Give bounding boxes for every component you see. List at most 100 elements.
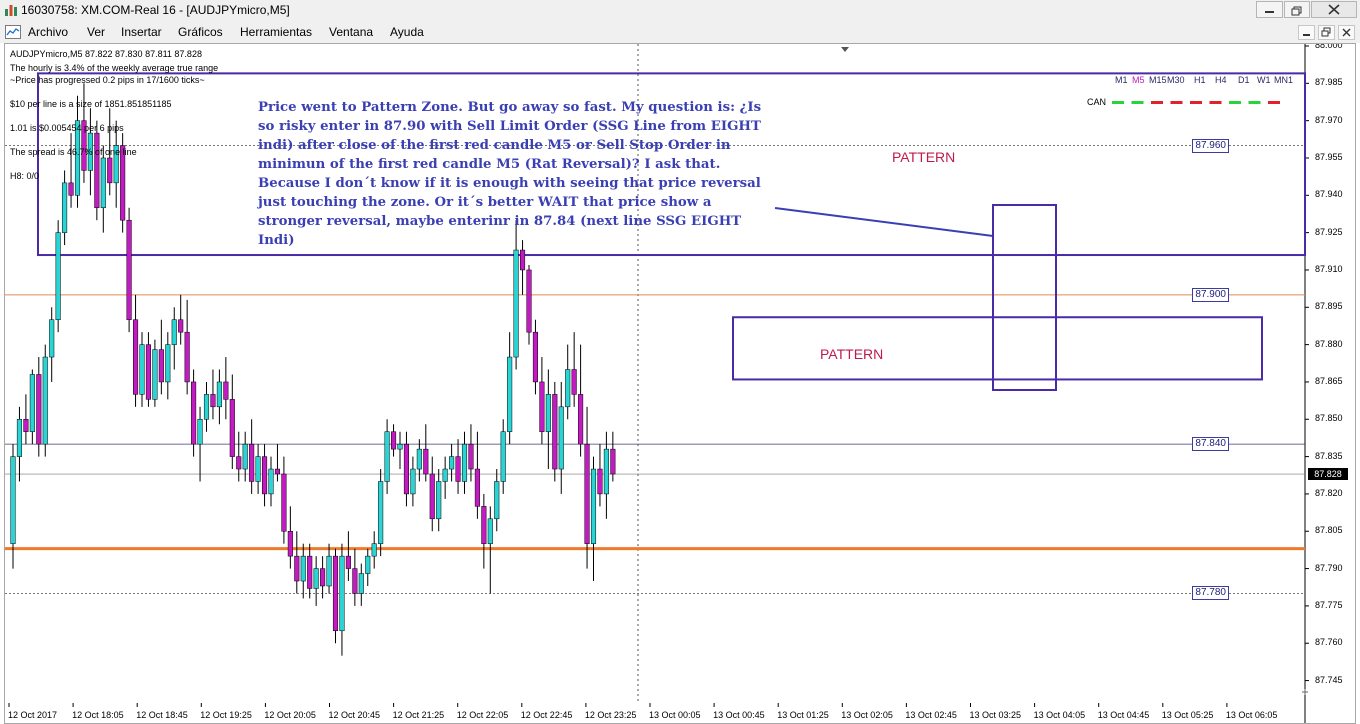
y-tick-label: 87.895 — [1315, 301, 1343, 312]
bull-candle — [461, 443, 468, 482]
timeframe-m5[interactable]: M5 — [1132, 75, 1145, 85]
y-tick-label: 87.820 — [1315, 487, 1343, 498]
bear-candle — [178, 319, 184, 333]
bear-candle — [23, 419, 29, 432]
bear-candle — [332, 555, 339, 632]
bear-candle — [229, 399, 235, 457]
bull-candle — [416, 448, 422, 470]
x-tick-label: 13 Oct 05:25 — [1161, 710, 1214, 720]
y-tick-label: 87.970 — [1315, 114, 1343, 125]
bear-candle — [455, 456, 461, 482]
bear-candle — [320, 568, 326, 587]
x-tick-label: 13 Oct 01:25 — [777, 710, 829, 720]
timeframe-w1[interactable]: W1 — [1257, 75, 1271, 85]
bull-candle — [449, 456, 455, 470]
bear-candle — [423, 448, 429, 475]
minimize-button[interactable] — [1256, 1, 1283, 18]
bull-candle — [371, 543, 377, 557]
can-dash — [1112, 101, 1124, 104]
y-tick-label: 87.835 — [1315, 450, 1343, 461]
bull-candle — [62, 182, 68, 233]
bear-candle — [307, 555, 313, 589]
mdi-restore-button[interactable] — [1318, 25, 1335, 40]
bull-candle — [29, 374, 35, 432]
bull-candle — [397, 443, 403, 450]
bull-candle — [384, 431, 390, 482]
mdi-minimize-button[interactable] — [1298, 25, 1315, 40]
bear-candle — [68, 182, 74, 196]
pattern-label-middle: PATTERN — [820, 346, 884, 362]
bull-candle — [558, 406, 564, 470]
menu-ventana[interactable]: Ventana — [329, 25, 373, 39]
x-tick-label: 13 Oct 04:45 — [1097, 710, 1150, 720]
bull-candle — [268, 468, 274, 495]
x-tick-label: 13 Oct 02:05 — [841, 710, 893, 720]
chart-window[interactable]: AUDJPYmicro,M5 87.822 87.830 87.811 87.8… — [4, 43, 1356, 724]
mdi-close-button[interactable] — [1338, 25, 1355, 40]
close-button[interactable] — [1311, 1, 1357, 18]
menu-bar: Archivo Ver Insertar Gráficos Herramient… — [0, 21, 1360, 43]
restore-icon — [1321, 27, 1331, 37]
x-tick-label: 12 Oct 19:25 — [200, 710, 252, 720]
close-icon — [1342, 28, 1351, 37]
bull-candle — [326, 555, 332, 587]
bull-candle — [500, 431, 506, 482]
bull-candle — [565, 369, 571, 408]
maximize-button[interactable] — [1284, 1, 1310, 18]
bull-candle — [197, 419, 203, 445]
timeframe-h1[interactable]: H1 — [1194, 75, 1206, 85]
bear-candle — [468, 443, 474, 470]
menu-ver[interactable]: Ver — [87, 25, 105, 39]
timeframe-d1[interactable]: D1 — [1238, 75, 1250, 85]
timeframe-m30[interactable]: M30 — [1167, 75, 1185, 85]
menu-archivo[interactable]: Archivo — [28, 25, 68, 39]
minimize-icon — [1265, 11, 1274, 13]
x-tick-label: 12 Oct 23:25 — [584, 710, 637, 720]
bull-candle — [339, 555, 345, 632]
minimize-icon — [1303, 34, 1310, 36]
can-dash — [1229, 101, 1241, 104]
bear-candle — [287, 531, 293, 557]
drawing-objects — [774, 204, 1057, 391]
y-tick-label: 87.745 — [1315, 674, 1343, 685]
timeframe-m1[interactable]: M1 — [1115, 75, 1128, 85]
y-tick-label: 87.880 — [1315, 338, 1343, 349]
timeframe-h4[interactable]: H4 — [1215, 75, 1227, 85]
bear-candle — [481, 506, 487, 544]
y-tick-label: 87.925 — [1315, 226, 1343, 237]
bear-candle — [133, 319, 139, 395]
bull-candle — [203, 394, 210, 420]
bull-candle — [255, 456, 261, 482]
bear-candle — [145, 344, 151, 400]
timeframe-mn1[interactable]: MN1 — [1274, 75, 1293, 85]
x-tick-label: 12 Oct 18:45 — [136, 710, 188, 720]
menu-herramientas[interactable]: Herramientas — [240, 25, 312, 39]
bull-candle — [487, 518, 493, 544]
y-tick-label: 87.790 — [1315, 562, 1343, 573]
menu-graficos[interactable]: Gráficos — [178, 25, 223, 39]
bull-candle — [55, 232, 61, 320]
bull-candle — [378, 481, 384, 544]
timeframe-m15[interactable]: M15 — [1149, 75, 1167, 85]
bear-candle — [107, 157, 113, 184]
level-badge: 87.900 — [1192, 287, 1229, 302]
can-dash — [1170, 101, 1183, 104]
menu-insertar[interactable]: Insertar — [121, 25, 162, 39]
y-tick-label: 87.910 — [1315, 263, 1343, 274]
y-tick-label: 87.850 — [1315, 413, 1343, 424]
bear-candle — [391, 431, 397, 450]
y-tick-label: 87.865 — [1315, 375, 1343, 386]
chart-window-icon[interactable] — [5, 25, 21, 39]
x-tick-label: 13 Oct 04:05 — [1033, 710, 1086, 720]
bull-candle — [152, 349, 158, 400]
bear-candle — [281, 473, 287, 532]
level-badge: 87.780 — [1192, 586, 1229, 601]
menu-ayuda[interactable]: Ayuda — [390, 25, 424, 39]
can-dash — [1131, 101, 1144, 104]
title-bar: 16030758: XM.COM-Real 16 - [AUDJPYmicro,… — [0, 0, 1360, 22]
bull-candle — [16, 419, 22, 457]
level-badge: 87.960 — [1192, 138, 1229, 153]
x-tick-label: 12 Oct 20:05 — [264, 710, 316, 720]
bull-candle — [494, 481, 500, 520]
bear-candle — [158, 349, 164, 383]
